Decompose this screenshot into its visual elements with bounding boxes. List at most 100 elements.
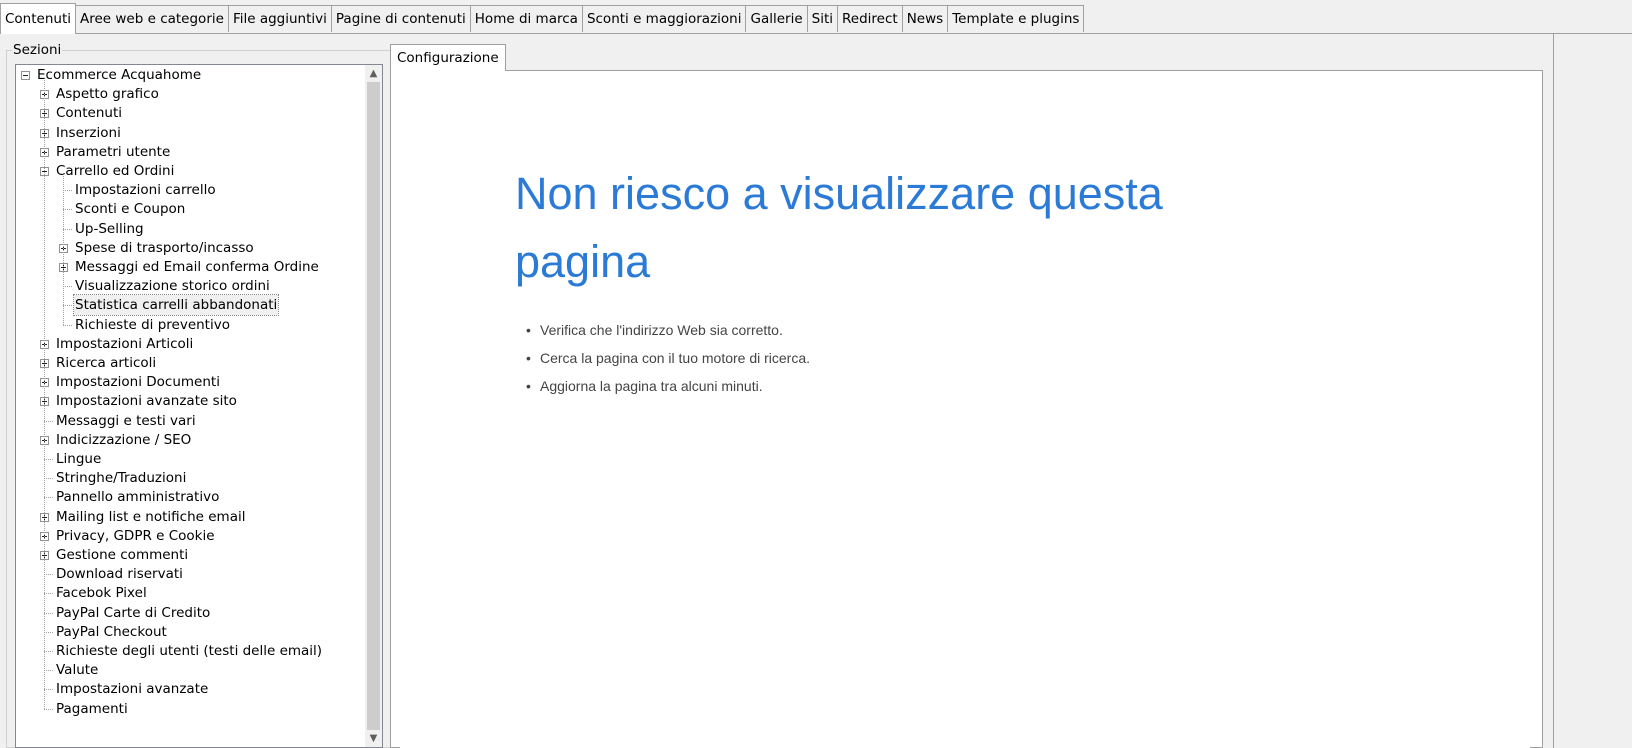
tree-scrollbar[interactable]: ▲ ▼ xyxy=(365,65,382,747)
tree-connector xyxy=(44,651,53,652)
tree-item-label: Indicizzazione / SEO xyxy=(56,431,192,448)
tree-connector xyxy=(44,593,53,595)
tree-item-label: Stringhe/Traduzioni xyxy=(56,470,187,487)
tree-connector xyxy=(63,176,64,325)
tree-item[interactable]: Mailing list e notifiche email xyxy=(16,507,366,527)
tree-item[interactable]: Visualizzazione storico ordini xyxy=(16,276,366,296)
tree-connector xyxy=(44,631,53,633)
tree-connector xyxy=(44,689,53,691)
tree-item[interactable]: Aspetto grafico xyxy=(16,84,366,104)
tree-connector xyxy=(63,324,72,326)
tree-item-label: Up-Selling xyxy=(75,220,144,237)
tree-item[interactable]: Privacy, GDPR e Cookie xyxy=(16,526,366,546)
tree-item[interactable]: Lingue xyxy=(16,449,366,469)
tab-news[interactable]: News xyxy=(902,5,949,32)
tab-home-di-marca[interactable]: Home di marca xyxy=(470,5,583,32)
sections-tree[interactable]: Ecommerce Acquahome Aspetto grafico Conten… xyxy=(15,64,383,748)
scroll-up-arrow-icon[interactable]: ▲ xyxy=(365,65,382,82)
tree-item-label: Richieste degli utenti (testi delle emai… xyxy=(56,643,323,659)
tree-item-label: Aspetto grafico xyxy=(56,86,159,103)
tree-item[interactable]: Parametri utente xyxy=(16,142,366,162)
tree-item[interactable]: Ricerca articoli xyxy=(16,353,366,373)
tree-connector xyxy=(44,478,53,480)
tree-item-label: Visualizzazione storico ordini xyxy=(75,278,270,295)
tree-connector xyxy=(44,670,53,672)
tree-item[interactable]: Impostazioni avanzate sito xyxy=(16,391,366,411)
tree-item-label: Pannello amministrativo xyxy=(56,489,220,506)
tree-item[interactable]: Spese di trasporto/incasso xyxy=(16,238,366,258)
tree-item[interactable]: Impostazioni avanzate xyxy=(16,679,366,699)
tab-configurazione[interactable]: Configurazione xyxy=(390,44,506,71)
tree-item-label: Impostazioni Documenti xyxy=(56,374,220,391)
tree-item[interactable]: Up-Selling xyxy=(16,219,366,239)
tree-item[interactable]: Ecommerce Acquahome xyxy=(16,65,366,85)
tree-item-label: Messaggi ed Email conferma Ordine xyxy=(75,259,319,275)
tree-item[interactable]: Carrello ed Ordini xyxy=(16,161,366,181)
tree-item-label: Gestione commenti xyxy=(56,547,189,563)
tree-item-label: Statistica carrelli abbandonati xyxy=(72,294,280,317)
tree-item[interactable]: Download riservati xyxy=(16,564,366,584)
embedded-browser-view: Non riesco a visualizzare questa pagina … xyxy=(400,78,1530,748)
tree-item[interactable]: Statistica carrelli abbandonati xyxy=(16,294,366,317)
tree-item[interactable]: Messaggi ed Email conferma Ordine xyxy=(16,257,366,277)
tree-item-label: Ricerca articoli xyxy=(56,355,157,371)
top-tabs: Contenuti Aree web e categorie File aggiun… xyxy=(0,3,1085,34)
tree-item-label: Impostazioni avanzate sito xyxy=(56,393,237,410)
tab-sconti-e-maggiorazioni[interactable]: Sconti e maggiorazioni xyxy=(582,5,747,32)
tab-gallerie[interactable]: Gallerie xyxy=(746,5,808,32)
tree-connector xyxy=(44,708,53,710)
suggestion-item: Aggiorna la pagina tra alcuni minuti. xyxy=(526,372,810,400)
tree-item[interactable]: Indicizzazione / SEO xyxy=(16,430,366,450)
tree-connector xyxy=(44,459,53,460)
tree-item[interactable]: Impostazioni carrello xyxy=(16,180,366,200)
error-page-title: Non riesco a visualizzare questa pagina xyxy=(515,168,1163,287)
tree-item[interactable]: PayPal Checkout xyxy=(16,622,366,642)
tree-item-label: Richieste di preventivo xyxy=(75,316,230,333)
tree-item-label: Spese di trasporto/incasso xyxy=(75,239,254,256)
tree-connector xyxy=(63,209,72,211)
tree-item-label: Download riservati xyxy=(56,566,183,583)
tree-item-label: PayPal Checkout xyxy=(56,623,167,640)
collapse-minus-icon[interactable] xyxy=(21,71,30,80)
tab-redirect[interactable]: Redirect xyxy=(838,5,903,32)
tree-item-label: Impostazioni Articoli xyxy=(56,335,194,352)
tree-item[interactable]: Facebok Pixel xyxy=(16,583,366,603)
tree-item[interactable]: Richieste di preventivo xyxy=(16,315,366,335)
top-tab-strip: Contenuti Aree web e categorie File aggiun… xyxy=(0,0,1632,34)
tree-item[interactable]: Pagamenti xyxy=(16,699,366,719)
tree-item-label: Privacy, GDPR e Cookie xyxy=(56,527,215,544)
tree-item-label: Impostazioni avanzate xyxy=(56,681,209,698)
tab-file-aggiuntivi[interactable]: File aggiuntivi xyxy=(228,5,332,32)
tree-item[interactable]: PayPal Carte di Credito xyxy=(16,603,366,623)
tab-siti[interactable]: Siti xyxy=(807,5,839,32)
tab-aree-web-e-categorie[interactable]: Aree web e categorie xyxy=(76,5,229,32)
tab-pagine-di-contenuti[interactable]: Pagine di contenuti xyxy=(331,5,471,32)
tree-item[interactable]: Sconti e Coupon xyxy=(16,199,366,219)
tree-item[interactable]: Messaggi e testi vari xyxy=(16,411,366,431)
suggestion-item: Cerca la pagina con il tuo motore di ric… xyxy=(526,344,810,372)
tree-item[interactable]: Pannello amministrativo xyxy=(16,487,366,507)
tree-item[interactable]: Inserzioni xyxy=(16,123,366,143)
tree-item[interactable]: Impostazioni Documenti xyxy=(16,372,366,392)
scrollbar-thumb[interactable] xyxy=(367,82,380,730)
tree-item[interactable]: Richieste degli utenti (testi delle emai… xyxy=(16,641,366,661)
tab-template-e-plugins[interactable]: Template e plugins xyxy=(948,5,1085,32)
tree-item-label: Lingue xyxy=(56,451,102,467)
tree-item[interactable]: Stringhe/Traduzioni xyxy=(16,468,366,488)
tree-connector xyxy=(63,286,72,288)
tree-connector xyxy=(44,80,45,709)
tree-item[interactable]: Contenuti xyxy=(16,103,366,123)
tab-contenuti[interactable]: Contenuti xyxy=(0,3,76,34)
tree-item[interactable]: Impostazioni Articoli xyxy=(16,334,366,354)
tree-item-label: Facebok Pixel xyxy=(56,585,147,602)
tree-item-label: Messaggi e testi vari xyxy=(56,412,196,429)
tree-item-label: Contenuti xyxy=(56,105,122,122)
scroll-down-arrow-icon[interactable]: ▼ xyxy=(365,730,382,747)
tree-connector xyxy=(63,190,72,192)
tree-connector xyxy=(63,305,72,307)
tree-item[interactable]: Valute xyxy=(16,660,366,680)
tree-item-label: Pagamenti xyxy=(56,700,128,717)
tree-item[interactable]: Gestione commenti xyxy=(16,545,366,565)
error-suggestions-list: Verifica che l'indirizzo Web sia corrett… xyxy=(526,316,810,400)
tree-connector xyxy=(44,612,53,614)
